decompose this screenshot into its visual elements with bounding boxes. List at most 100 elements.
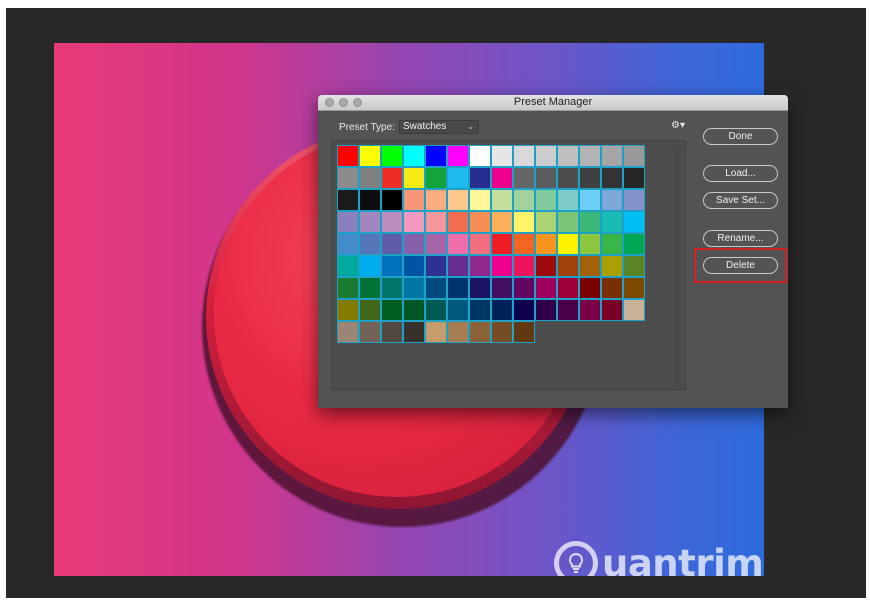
- color-swatch[interactable]: [513, 145, 535, 167]
- color-swatch[interactable]: [425, 255, 447, 277]
- color-swatch[interactable]: [601, 255, 623, 277]
- color-swatch[interactable]: [337, 145, 359, 167]
- color-swatch[interactable]: [469, 255, 491, 277]
- color-swatch[interactable]: [535, 299, 557, 321]
- color-swatch[interactable]: [579, 299, 601, 321]
- color-swatch[interactable]: [359, 189, 381, 211]
- color-swatch[interactable]: [337, 277, 359, 299]
- done-button[interactable]: Done: [703, 128, 778, 145]
- color-swatch[interactable]: [623, 233, 645, 255]
- color-swatch[interactable]: [381, 321, 403, 343]
- color-swatch[interactable]: [403, 321, 425, 343]
- color-swatch[interactable]: [513, 233, 535, 255]
- color-swatch[interactable]: [403, 189, 425, 211]
- color-swatch[interactable]: [601, 299, 623, 321]
- color-swatch[interactable]: [403, 145, 425, 167]
- preset-type-select[interactable]: Swatches ⌄: [399, 120, 479, 134]
- color-swatch[interactable]: [491, 211, 513, 233]
- color-swatch[interactable]: [447, 321, 469, 343]
- color-swatch[interactable]: [557, 189, 579, 211]
- color-swatch[interactable]: [535, 255, 557, 277]
- color-swatch[interactable]: [381, 299, 403, 321]
- color-swatch[interactable]: [513, 299, 535, 321]
- color-swatch[interactable]: [491, 167, 513, 189]
- save-set-button[interactable]: Save Set...: [703, 192, 778, 209]
- color-swatch[interactable]: [491, 255, 513, 277]
- color-swatch[interactable]: [579, 145, 601, 167]
- color-swatch[interactable]: [381, 167, 403, 189]
- color-swatch[interactable]: [557, 233, 579, 255]
- color-swatch[interactable]: [403, 255, 425, 277]
- swatch-scrollbar[interactable]: [674, 145, 681, 385]
- color-swatch[interactable]: [381, 233, 403, 255]
- color-swatch[interactable]: [601, 145, 623, 167]
- color-swatch[interactable]: [447, 189, 469, 211]
- color-swatch[interactable]: [469, 277, 491, 299]
- color-swatch[interactable]: [623, 189, 645, 211]
- color-swatch[interactable]: [491, 145, 513, 167]
- color-swatch[interactable]: [381, 255, 403, 277]
- color-swatch[interactable]: [557, 145, 579, 167]
- color-swatch[interactable]: [579, 277, 601, 299]
- color-swatch[interactable]: [381, 277, 403, 299]
- color-swatch[interactable]: [579, 167, 601, 189]
- color-swatch[interactable]: [337, 255, 359, 277]
- color-swatch[interactable]: [579, 255, 601, 277]
- color-swatch[interactable]: [447, 167, 469, 189]
- color-swatch[interactable]: [359, 321, 381, 343]
- color-swatch[interactable]: [513, 277, 535, 299]
- rename-button[interactable]: Rename...: [703, 230, 778, 247]
- color-swatch[interactable]: [623, 277, 645, 299]
- gear-icon[interactable]: ⚙▾: [671, 120, 685, 132]
- color-swatch[interactable]: [623, 255, 645, 277]
- color-swatch[interactable]: [579, 189, 601, 211]
- color-swatch[interactable]: [337, 189, 359, 211]
- color-swatch[interactable]: [425, 299, 447, 321]
- color-swatch[interactable]: [491, 233, 513, 255]
- color-swatch[interactable]: [469, 233, 491, 255]
- color-swatch[interactable]: [403, 211, 425, 233]
- color-swatch[interactable]: [535, 167, 557, 189]
- color-swatch[interactable]: [579, 211, 601, 233]
- color-swatch[interactable]: [623, 167, 645, 189]
- color-swatch[interactable]: [535, 233, 557, 255]
- color-swatch[interactable]: [359, 211, 381, 233]
- color-swatch[interactable]: [337, 211, 359, 233]
- color-swatch[interactable]: [469, 299, 491, 321]
- color-swatch[interactable]: [469, 189, 491, 211]
- color-swatch[interactable]: [447, 145, 469, 167]
- dialog-titlebar[interactable]: Preset Manager: [318, 95, 788, 111]
- color-swatch[interactable]: [447, 277, 469, 299]
- color-swatch[interactable]: [491, 189, 513, 211]
- color-swatch[interactable]: [491, 321, 513, 343]
- color-swatch[interactable]: [623, 211, 645, 233]
- color-swatch[interactable]: [359, 145, 381, 167]
- color-swatch[interactable]: [601, 189, 623, 211]
- color-swatch[interactable]: [491, 299, 513, 321]
- color-swatch[interactable]: [601, 233, 623, 255]
- color-swatch[interactable]: [513, 211, 535, 233]
- color-swatch[interactable]: [623, 145, 645, 167]
- color-swatch[interactable]: [337, 233, 359, 255]
- color-swatch[interactable]: [491, 277, 513, 299]
- color-swatch[interactable]: [535, 189, 557, 211]
- color-swatch[interactable]: [425, 233, 447, 255]
- color-swatch[interactable]: [557, 211, 579, 233]
- color-swatch[interactable]: [425, 211, 447, 233]
- color-swatch[interactable]: [425, 167, 447, 189]
- color-swatch[interactable]: [469, 321, 491, 343]
- color-swatch[interactable]: [425, 321, 447, 343]
- color-swatch[interactable]: [557, 277, 579, 299]
- color-swatch[interactable]: [469, 167, 491, 189]
- color-swatch[interactable]: [425, 277, 447, 299]
- color-swatch[interactable]: [535, 145, 557, 167]
- color-swatch[interactable]: [535, 277, 557, 299]
- color-swatch[interactable]: [403, 167, 425, 189]
- color-swatch[interactable]: [337, 167, 359, 189]
- color-swatch[interactable]: [381, 189, 403, 211]
- color-swatch[interactable]: [425, 189, 447, 211]
- color-swatch[interactable]: [513, 321, 535, 343]
- color-swatch[interactable]: [381, 145, 403, 167]
- color-swatch[interactable]: [469, 145, 491, 167]
- color-swatch[interactable]: [469, 211, 491, 233]
